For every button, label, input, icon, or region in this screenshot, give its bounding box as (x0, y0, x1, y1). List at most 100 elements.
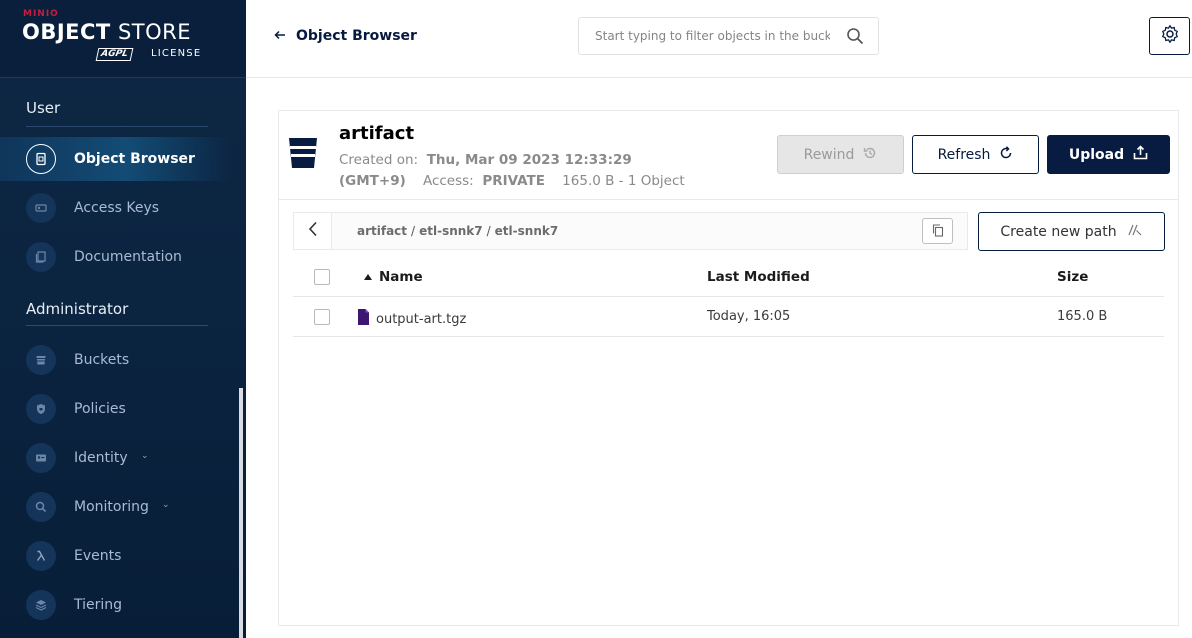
bucket-panel: artifact Created on: Thu, Mar 09 2023 12… (278, 110, 1179, 626)
create-path-label: Create new path (1000, 223, 1117, 240)
sidebar-item-events[interactable]: Events (0, 534, 230, 578)
arrow-left-icon (274, 28, 286, 44)
bucket-header: artifact Created on: Thu, Mar 09 2023 12… (279, 111, 1178, 200)
bucket-meta: (GMT+9) Access: PRIVATE 165.0 B - 1 Obje… (339, 173, 685, 189)
history-icon (863, 146, 877, 164)
refresh-icon (999, 145, 1013, 164)
row-checkbox[interactable] (314, 309, 330, 325)
back-link-label: Object Browser (296, 28, 417, 44)
bucket-created: Created on: Thu, Mar 09 2023 12:33:29 (339, 152, 632, 168)
create-new-path-button[interactable]: Create new path (978, 212, 1165, 251)
object-name: output-art.tgz (376, 311, 467, 327)
upload-label: Upload (1068, 146, 1125, 163)
sidebar-item-label: Policies (74, 401, 126, 417)
sidebar-item-object-browser[interactable]: Object Browser (0, 137, 230, 181)
sidebar-item-label: Documentation (74, 249, 182, 265)
sidebar-item-label: Object Browser (74, 151, 195, 167)
rewind-label: Rewind (803, 146, 855, 163)
breadcrumb-item[interactable]: etl-snnk7 (419, 224, 483, 238)
top-bar: Object Browser (246, 0, 1192, 78)
access-label: Access: (422, 173, 474, 189)
copy-path-button[interactable] (922, 218, 953, 244)
sidebar-item-tiering[interactable]: Tiering (0, 583, 230, 627)
objects-table: Name Last Modified Size output-art.tgz T… (293, 257, 1164, 337)
policies-icon (26, 394, 56, 424)
brand-product-bold: OBJECT (22, 20, 111, 44)
sidebar-item-label: Buckets (74, 352, 130, 368)
sidebar-item-label: Access Keys (74, 200, 160, 216)
path-back-button[interactable] (294, 213, 332, 249)
sidebar-item-label: Monitoring (74, 499, 149, 515)
upload-icon (1133, 145, 1148, 164)
section-divider (26, 325, 208, 326)
search-input[interactable] (580, 19, 830, 53)
table-header: Name Last Modified Size (293, 257, 1164, 297)
sort-ascending-icon (363, 269, 373, 285)
chevron-down-icon[interactable]: ⌄ (141, 451, 149, 461)
object-name-cell: output-art.tgz (357, 309, 466, 329)
chevron-down-icon[interactable]: ⌄ (162, 500, 170, 510)
sidebar-item-label: Identity (74, 450, 128, 466)
table-row[interactable]: output-art.tgz Today, 16:05 165.0 B (293, 297, 1164, 337)
breadcrumb: artifact / etl-snnk7/etl-snnk7 (357, 224, 558, 238)
license-label: LICENSE (151, 48, 202, 59)
object-size: 165.0 B (1057, 309, 1108, 324)
copy-icon (932, 222, 944, 241)
settings-button[interactable] (1149, 17, 1190, 55)
sidebar-item-policies[interactable]: Policies (0, 387, 230, 431)
brand-minio-logo: MINIO (23, 9, 59, 19)
refresh-label: Refresh (937, 146, 991, 163)
sidebar-item-identity[interactable]: Identity ⌄ (0, 436, 230, 480)
tiering-icon (26, 590, 56, 620)
breadcrumb-separator: / (486, 224, 491, 238)
brand-product-name[interactable]: OBJECT STORE (22, 20, 191, 44)
buckets-icon (26, 345, 56, 375)
column-header-name[interactable]: Name (363, 269, 423, 285)
file-icon (357, 309, 370, 329)
access-value: PRIVATE (482, 173, 545, 189)
sidebar-item-buckets[interactable]: Buckets (0, 338, 230, 382)
sidebar-scrollbar[interactable] (239, 388, 243, 638)
documentation-icon (26, 242, 56, 272)
lambda-icon (26, 541, 56, 571)
identity-icon (26, 443, 56, 473)
breadcrumb-bar: artifact / etl-snnk7/etl-snnk7 (293, 212, 968, 250)
breadcrumb-separator: / (411, 224, 416, 238)
sidebar-item-access-keys[interactable]: Access Keys (0, 186, 230, 230)
sidebar-item-label: Tiering (74, 597, 123, 613)
column-header-size[interactable]: Size (1057, 269, 1088, 285)
access-keys-icon (26, 193, 56, 223)
search-icon[interactable] (846, 27, 864, 49)
object-browser-icon (26, 144, 56, 174)
bucket-name: artifact (339, 123, 415, 144)
object-last-modified: Today, 16:05 (707, 309, 791, 324)
new-path-icon (1127, 223, 1143, 241)
timezone: (GMT+9) (339, 173, 406, 189)
sidebar-item-label: Events (74, 548, 122, 564)
section-divider (26, 126, 208, 127)
refresh-button[interactable]: Refresh (912, 135, 1039, 174)
column-header-label: Name (379, 269, 423, 285)
breadcrumb-item[interactable]: etl-snnk7 (495, 224, 559, 238)
breadcrumb-item[interactable]: artifact (357, 224, 407, 238)
search-box (578, 17, 879, 55)
upload-button[interactable]: Upload (1047, 135, 1170, 174)
back-to-object-browser-link[interactable]: Object Browser (274, 28, 417, 44)
agpl-badge: AGPL (95, 48, 134, 61)
select-all-checkbox[interactable] (314, 269, 330, 285)
section-title-user: User (26, 99, 61, 117)
chevron-left-icon (308, 221, 318, 241)
sidebar-item-documentation[interactable]: Documentation (0, 235, 230, 279)
monitoring-icon (26, 492, 56, 522)
created-label: Created on: (339, 152, 419, 168)
created-value: Thu, Mar 09 2023 12:33:29 (426, 152, 632, 168)
sidebar: MINIO OBJECT STORE AGPL LICENSE User Obj… (0, 0, 246, 638)
bucket-summary: 165.0 B - 1 Object (562, 173, 685, 189)
bucket-icon (288, 137, 318, 173)
rewind-button[interactable]: Rewind (777, 135, 904, 174)
brand-area: MINIO OBJECT STORE AGPL LICENSE (0, 0, 246, 78)
section-title-administrator: Administrator (26, 300, 129, 318)
gear-icon (1160, 24, 1180, 48)
column-header-last-modified[interactable]: Last Modified (707, 269, 810, 285)
sidebar-item-monitoring[interactable]: Monitoring ⌄ (0, 485, 230, 529)
